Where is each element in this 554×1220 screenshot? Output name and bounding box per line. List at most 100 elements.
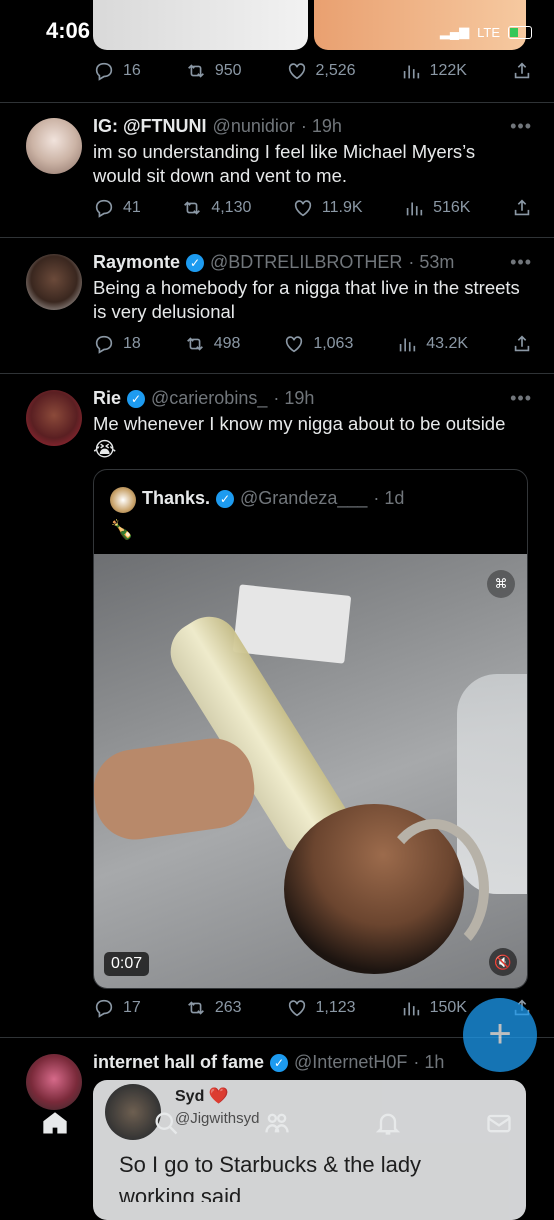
person-beanie <box>379 819 489 959</box>
like-count: 11.9K <box>321 199 363 216</box>
card-text-2: working said <box>119 1184 242 1202</box>
handle[interactable]: @nunidior <box>213 116 295 137</box>
video-duration: 0:07 <box>104 952 150 976</box>
compose-button[interactable]: + <box>463 998 537 1072</box>
share-icon <box>514 62 530 79</box>
heart-icon <box>286 336 303 353</box>
quote-timestamp: · 1d <box>373 488 405 508</box>
more-icon[interactable]: ••• <box>510 252 532 273</box>
retweet-button[interactable]: 4,130 <box>181 197 251 219</box>
retweet-count: 263 <box>214 999 242 1016</box>
tweet-header: IG: @FTNUNI @nunidior · 19h <box>93 116 342 137</box>
reply-button[interactable]: 17 <box>93 997 141 1019</box>
retweet-button[interactable]: 498 <box>184 333 240 355</box>
reply-button[interactable]: 18 <box>93 333 141 355</box>
more-icon[interactable]: ••• <box>510 116 532 137</box>
like-count: 1,063 <box>313 335 354 352</box>
reply-icon <box>95 335 113 354</box>
messages-icon[interactable] <box>485 1109 513 1137</box>
retweet-button[interactable]: 263 <box>185 997 242 1019</box>
avatar[interactable] <box>26 390 82 446</box>
timestamp: · 19h <box>273 388 315 408</box>
timestamp: · 19h <box>300 116 342 136</box>
display-name[interactable]: IG: @FTNUNI <box>93 116 207 137</box>
quote-avatar <box>110 487 136 513</box>
views-count: 150K <box>429 999 467 1016</box>
sticker-label <box>232 584 352 664</box>
handle[interactable]: @InternetH0F <box>294 1052 407 1073</box>
retweet-count: 4,130 <box>211 199 252 216</box>
emoji: 😭 <box>93 439 117 461</box>
network-label: LTE <box>477 24 500 40</box>
previous-tweet-image-left[interactable] <box>93 0 308 50</box>
divider <box>0 237 554 238</box>
tweet-header: Raymonte ✓ @BDTRELILBROTHER · 53m <box>93 252 454 273</box>
reply-icon <box>95 62 113 81</box>
handle[interactable]: @BDTRELILBROTHER <box>210 252 402 273</box>
views-icon <box>403 1002 419 1016</box>
mute-icon[interactable]: 🔇 <box>489 948 517 976</box>
quote-display-name: Thanks. <box>142 488 211 508</box>
share-icon <box>514 335 530 352</box>
heart-icon <box>288 1000 305 1017</box>
views-count: 43.2K <box>426 335 469 352</box>
like-button[interactable]: 11.9K <box>292 197 363 219</box>
verified-badge-icon: ✓ <box>127 389 146 408</box>
reply-count: 17 <box>123 999 141 1016</box>
views-count: 516K <box>433 199 471 216</box>
reply-icon <box>95 199 113 218</box>
views-button[interactable]: 516K <box>403 197 470 219</box>
video-player[interactable]: ⌘ 0:07 🔇 <box>94 554 527 988</box>
tweet-actions: 41 4,130 11.9K 516K <box>93 197 533 219</box>
verified-badge-icon: ✓ <box>216 489 235 508</box>
views-button[interactable]: 150K <box>400 997 467 1019</box>
tweet-actions: 18 498 1,063 43.2K <box>93 333 533 355</box>
notifications-icon[interactable] <box>374 1109 402 1137</box>
home-icon[interactable] <box>41 1109 69 1137</box>
avatar[interactable] <box>26 118 82 174</box>
retweet-icon <box>187 1001 204 1015</box>
display-name[interactable]: Rie <box>93 388 121 409</box>
quote-header: Thanks. ✓ @Grandeza___ · 1d <box>142 488 404 509</box>
quote-text: 🍾 <box>110 520 134 541</box>
views-count: 122K <box>429 62 467 79</box>
more-icon[interactable]: ••• <box>510 388 532 409</box>
display-name[interactable]: internet hall of fame <box>93 1052 264 1073</box>
like-button[interactable]: 1,123 <box>286 997 356 1019</box>
communities-icon[interactable] <box>263 1109 291 1137</box>
retweet-button[interactable]: 950 <box>185 60 242 82</box>
reply-icon <box>95 999 113 1018</box>
avatar[interactable] <box>26 254 82 310</box>
views-icon <box>400 338 416 352</box>
share-button[interactable] <box>511 60 533 82</box>
divider <box>0 102 554 103</box>
share-button[interactable] <box>511 197 533 219</box>
tweet-text: im so understanding I feel like Michael … <box>93 141 476 186</box>
alt-badge-icon[interactable]: ⌘ <box>487 570 515 598</box>
reply-count: 41 <box>123 199 141 216</box>
heart-icon <box>294 200 312 217</box>
tweet-header: Rie ✓ @carierobins_ · 19h <box>93 388 314 409</box>
share-button[interactable] <box>511 333 533 355</box>
retweet-icon <box>186 337 203 351</box>
reply-button[interactable]: 41 <box>93 197 141 219</box>
battery-icon <box>508 25 532 39</box>
tweet-text: Being a homebody for a nigga that live i… <box>93 277 520 322</box>
reply-count: 16 <box>123 62 141 79</box>
retweet-icon <box>187 64 204 78</box>
reply-button[interactable]: 16 <box>93 60 141 82</box>
quoted-tweet[interactable]: Thanks. ✓ @Grandeza___ · 1d 🍾 ⌘ 0:07 🔇 <box>93 469 528 989</box>
display-name[interactable]: Raymonte <box>93 252 180 273</box>
tweet-header: internet hall of fame ✓ @InternetH0F · 1… <box>93 1052 444 1073</box>
quote-handle: @Grandeza___ <box>240 488 368 508</box>
views-button[interactable]: 122K <box>400 60 467 82</box>
retweet-icon <box>184 201 201 215</box>
like-button[interactable]: 1,063 <box>283 333 353 355</box>
divider <box>0 373 554 374</box>
handle[interactable]: @carierobins_ <box>151 388 267 409</box>
retweet-count: 950 <box>214 62 242 79</box>
like-count: 1,123 <box>315 999 356 1016</box>
views-button[interactable]: 43.2K <box>396 333 468 355</box>
search-icon[interactable] <box>152 1109 180 1137</box>
like-button[interactable]: 2,526 <box>286 60 356 82</box>
